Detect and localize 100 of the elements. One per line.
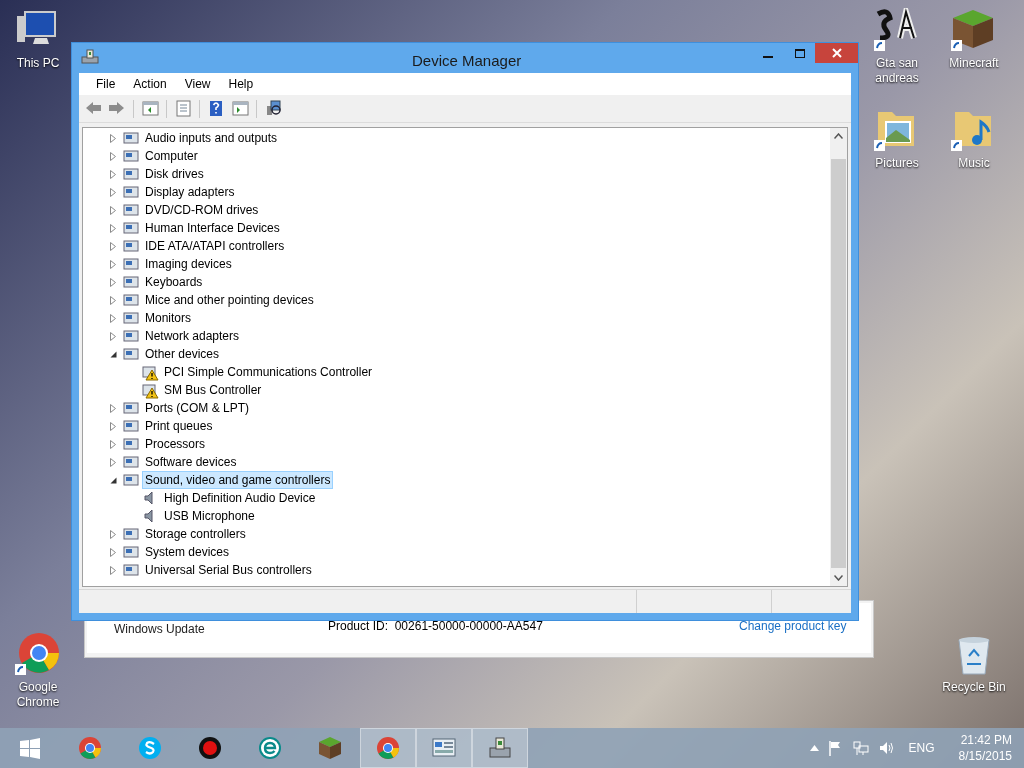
scroll-up-icon [834, 133, 843, 139]
collapsed-arrow-icon[interactable] [110, 439, 116, 449]
collapsed-arrow-icon[interactable] [110, 421, 116, 431]
skype-icon [138, 736, 162, 760]
tree-item[interactable]: Storage controllers [142, 525, 249, 543]
expanded-arrow-icon[interactable] [110, 350, 117, 358]
device-icon [123, 237, 140, 255]
collapsed-arrow-icon[interactable] [110, 547, 116, 557]
action-pane-icon[interactable] [231, 100, 249, 117]
device-icon [123, 183, 140, 201]
chrome-icon [78, 736, 102, 760]
collapsed-arrow-icon[interactable] [110, 169, 116, 179]
collapsed-arrow-icon[interactable] [110, 223, 116, 233]
menu-item[interactable]: View [175, 74, 220, 94]
device-icon [123, 561, 140, 579]
tree-item[interactable]: Universal Serial Bus controllers [142, 561, 315, 579]
expanded-arrow-icon[interactable] [110, 476, 117, 484]
tree-item[interactable]: Software devices [142, 453, 240, 471]
tree-item[interactable]: USB Microphone [161, 507, 258, 525]
windows-update-label: Windows Update [114, 622, 205, 636]
collapsed-arrow-icon[interactable] [110, 295, 116, 305]
tree-item[interactable]: Other devices [142, 345, 223, 363]
collapsed-arrow-icon[interactable] [110, 565, 116, 575]
collapsed-arrow-icon[interactable] [110, 403, 116, 413]
collapsed-arrow-icon[interactable] [110, 457, 116, 467]
taskbar-button[interactable] [472, 728, 528, 768]
collapsed-arrow-icon[interactable] [110, 331, 116, 341]
network-icon[interactable] [852, 740, 869, 756]
scan-hardware-icon[interactable] [264, 100, 282, 117]
tree-item[interactable]: Disk drives [142, 165, 207, 183]
change-product-key-link[interactable]: Change product key [739, 619, 847, 633]
minimize-icon [763, 55, 773, 58]
desktop-icon-label[interactable]: This PC [16, 56, 60, 71]
collapsed-arrow-icon[interactable] [110, 277, 116, 287]
vertical-scrollbar[interactable] [830, 128, 847, 586]
desktop-icon-label[interactable]: Recycle Bin [942, 680, 1006, 695]
tree-item[interactable]: Processors [142, 435, 209, 453]
tree-item[interactable]: Ports (COM & LPT) [142, 399, 252, 417]
tree-item[interactable]: Computer [142, 147, 201, 165]
device-icon [123, 525, 140, 543]
show-hidden-icons-icon[interactable] [809, 745, 819, 751]
eset-icon [258, 736, 282, 760]
collapsed-arrow-icon[interactable] [110, 313, 116, 323]
tree-item[interactable]: High Definition Audio Device [161, 489, 319, 507]
collapsed-arrow-icon[interactable] [110, 259, 116, 269]
volume-icon[interactable] [878, 741, 895, 755]
help-icon[interactable] [207, 100, 225, 117]
device-icon [123, 129, 140, 147]
tree-item[interactable]: PCI Simple Communications Controller [161, 363, 376, 381]
maximize-icon [795, 48, 805, 58]
tree-item[interactable]: SM Bus Controller [161, 381, 265, 399]
window-title: Device Manager [412, 51, 522, 71]
tree-item[interactable]: Display adapters [142, 183, 238, 201]
menu-item[interactable]: Action [124, 74, 176, 94]
device-icon [123, 399, 140, 417]
tree-item[interactable]: Mice and other pointing devices [142, 291, 317, 309]
scrollbar-thumb[interactable] [831, 159, 846, 568]
collapsed-arrow-icon[interactable] [110, 529, 116, 539]
console-tree-icon[interactable] [141, 100, 159, 117]
tree-item[interactable]: Human Interface Devices [142, 219, 283, 237]
back-arrow-icon[interactable] [84, 100, 102, 117]
menu-item[interactable]: File [87, 74, 125, 94]
collapsed-arrow-icon[interactable] [110, 205, 116, 215]
chrome-icon[interactable] [15, 632, 61, 676]
device-icon [123, 543, 140, 561]
tree-item[interactable]: System devices [142, 543, 233, 561]
device-icon [123, 201, 140, 219]
tree-item[interactable]: Monitors [142, 309, 194, 327]
tree-item[interactable]: Print queues [142, 417, 216, 435]
tree-item[interactable]: Audio inputs and outputs [142, 129, 281, 147]
windows-logo-icon [18, 736, 42, 760]
device-icon [123, 453, 140, 471]
tree-item[interactable]: Network adapters [142, 327, 243, 345]
flag-icon[interactable] [828, 740, 843, 756]
device-icon [123, 219, 140, 237]
properties-sheet-icon[interactable] [174, 100, 192, 117]
menu-item[interactable]: Help [219, 74, 263, 94]
collapsed-arrow-icon[interactable] [110, 133, 116, 143]
tree-item[interactable]: DVD/CD-ROM drives [142, 201, 262, 219]
device-icon [123, 471, 140, 489]
forward-arrow-icon[interactable] [108, 100, 126, 117]
taskbar-button[interactable] [416, 728, 472, 768]
device-icon [123, 417, 140, 435]
collapsed-arrow-icon[interactable] [110, 151, 116, 161]
desktop-icon-label[interactable]: Google Chrome [0, 680, 76, 710]
record-icon [198, 736, 222, 760]
gothic-letters-icon[interactable] [874, 8, 920, 52]
tree-item[interactable]: Sound, video and game controllers [142, 471, 334, 489]
product-id-text: Product ID: 00261-50000-00000-AA547 [328, 619, 543, 633]
device-icon [123, 165, 140, 183]
close-button[interactable] [815, 43, 858, 63]
tree-item[interactable]: Keyboards [142, 273, 206, 291]
device-icon [123, 435, 140, 453]
collapsed-arrow-icon[interactable] [110, 187, 116, 197]
scroll-down-icon [834, 575, 843, 581]
device-icon [123, 273, 140, 291]
collapsed-arrow-icon[interactable] [110, 241, 116, 251]
tree-item[interactable]: IDE ATA/ATAPI controllers [142, 237, 288, 255]
device-icon [123, 309, 140, 327]
tree-item[interactable]: Imaging devices [142, 255, 235, 273]
